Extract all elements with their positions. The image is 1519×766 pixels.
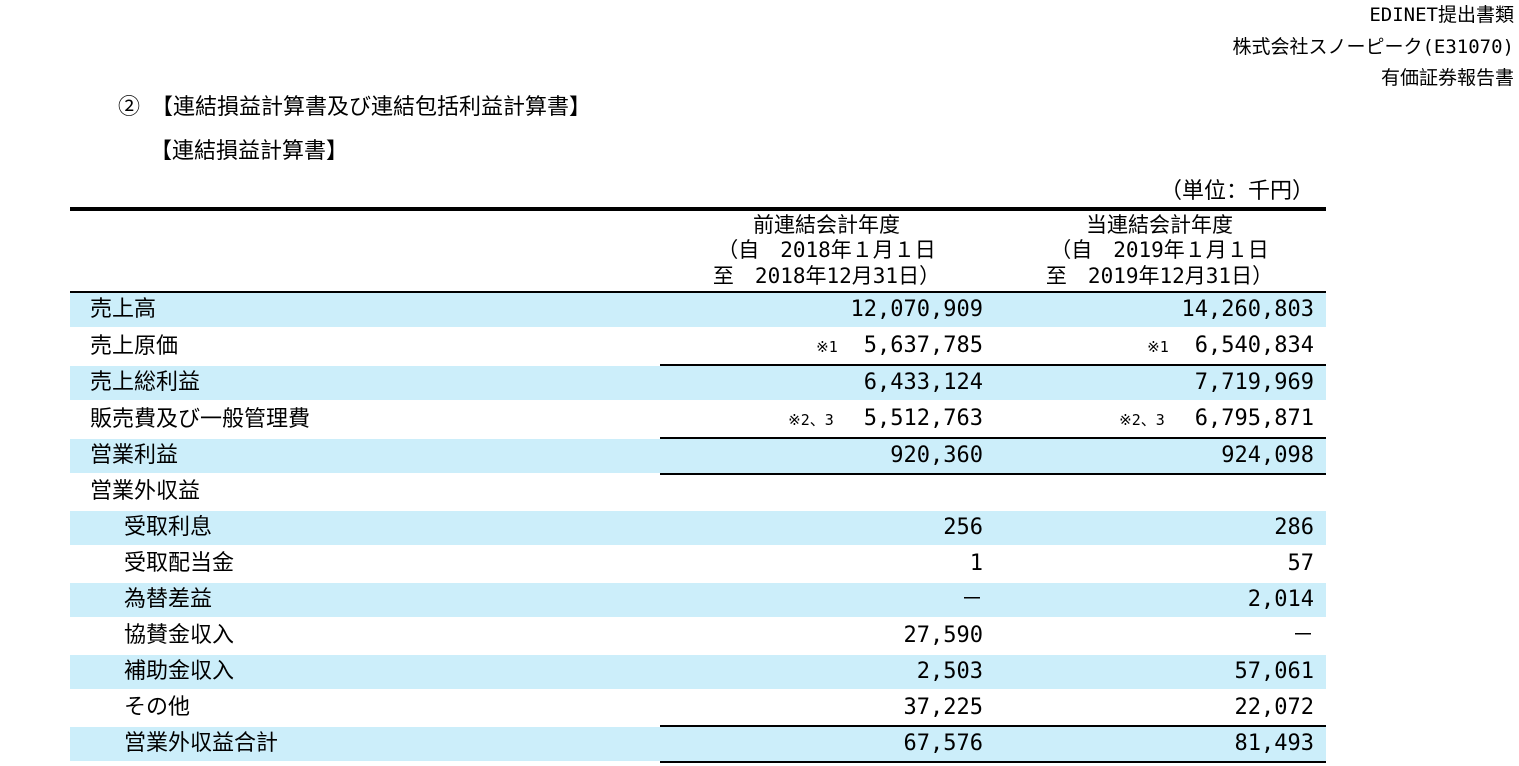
curr-note: ※1 bbox=[1147, 338, 1169, 356]
prev-value: 920,360 bbox=[660, 438, 993, 475]
row-label: 補助金収入 bbox=[70, 654, 660, 690]
curr-period-header: 当連結会計年度 （自 2019年１月１日 至 2019年12月31日） bbox=[993, 207, 1326, 293]
table-row: 受取利息 256 286 bbox=[70, 510, 1326, 546]
report-type: 有価証券報告書 bbox=[1380, 67, 1514, 89]
row-label: 為替差益 bbox=[70, 582, 660, 618]
section-title: ② 【連結損益計算書及び連結包括利益計算書】 bbox=[118, 95, 592, 120]
row-label: 売上高 bbox=[70, 292, 660, 328]
row-label: その他 bbox=[124, 695, 191, 720]
curr-value: ※1 6,540,834 bbox=[993, 328, 1326, 366]
curr-value: 2,014 bbox=[993, 582, 1326, 618]
income-statement-table: 前連結会計年度 （自 2018年１月１日 至 2018年12月31日） 当連結会… bbox=[70, 207, 1326, 763]
curr-value: 57 bbox=[1287, 551, 1315, 576]
row-label: 販売費及び一般管理費 bbox=[90, 406, 311, 432]
curr-value bbox=[993, 474, 1326, 510]
curr-period-title: 当連結会計年度 bbox=[1086, 212, 1233, 237]
prev-value: 27,590 bbox=[903, 623, 983, 648]
unit-label: （単位：千円） bbox=[1159, 179, 1314, 204]
row-label: 協賛金収入 bbox=[124, 623, 235, 648]
table-header-row: 前連結会計年度 （自 2018年１月１日 至 2018年12月31日） 当連結会… bbox=[70, 207, 1326, 293]
prev-value bbox=[660, 474, 993, 510]
prev-value: 2,503 bbox=[660, 654, 993, 690]
edinet-label: EDINET提出書類 bbox=[1369, 4, 1514, 26]
prev-value: 37,225 bbox=[660, 690, 993, 727]
curr-value: 57,061 bbox=[993, 654, 1326, 690]
prev-value: 256 bbox=[660, 510, 993, 546]
row-label: 営業外収益 bbox=[90, 479, 201, 504]
curr-value: 81,493 bbox=[993, 726, 1326, 763]
table-row: その他 37,225 22,072 bbox=[70, 690, 1326, 727]
curr-value: － bbox=[1291, 623, 1314, 648]
prev-period-title: 前連結会計年度 bbox=[753, 212, 900, 237]
curr-period-from: （自 2019年１月１日 bbox=[1050, 238, 1269, 263]
table-row: 補助金収入 2,503 57,061 bbox=[70, 654, 1326, 690]
table-row: 売上高 12,070,909 14,260,803 bbox=[70, 292, 1326, 328]
table-row: 営業外収益 bbox=[70, 474, 1326, 510]
prev-value: － bbox=[660, 582, 993, 618]
row-label: 売上総利益 bbox=[70, 365, 660, 401]
row-label: 受取利息 bbox=[70, 510, 660, 546]
curr-period-to: 至 2019年12月31日） bbox=[1045, 263, 1274, 288]
curr-value: 22,072 bbox=[993, 690, 1326, 727]
row-label: 売上原価 bbox=[90, 333, 179, 359]
prev-value: 12,070,909 bbox=[660, 292, 993, 328]
table-row: 売上総利益 6,433,124 7,719,969 bbox=[70, 365, 1326, 401]
table-row: 売上原価 ※1 5,637,785 ※1 6,540,834 bbox=[70, 328, 1326, 366]
prev-note: ※2、3 bbox=[788, 411, 834, 429]
sub-title: 【連結損益計算書】 bbox=[150, 139, 349, 164]
curr-note: ※2、3 bbox=[1119, 411, 1165, 429]
row-label: 受取配当金 bbox=[124, 551, 235, 576]
prev-period-from: （自 2018年１月１日 bbox=[717, 238, 936, 263]
curr-value: 7,719,969 bbox=[993, 365, 1326, 401]
table-row: 為替差益 － 2,014 bbox=[70, 582, 1326, 618]
prev-value: ※1 5,637,785 bbox=[660, 328, 993, 366]
table-row: 営業利益 920,360 924,098 bbox=[70, 438, 1326, 475]
table-row: 営業外収益合計 67,576 81,493 bbox=[70, 726, 1326, 763]
table-row: 販売費及び一般管理費 ※2、3 5,512,763 ※2、3 6,795,871 bbox=[70, 401, 1326, 439]
table-row: 協賛金収入 27,590 － bbox=[70, 618, 1326, 654]
prev-value: ※2、3 5,512,763 bbox=[660, 401, 993, 439]
curr-value: 14,260,803 bbox=[993, 292, 1326, 328]
label-column-header bbox=[70, 207, 660, 293]
curr-value: ※2、3 6,795,871 bbox=[993, 401, 1326, 439]
prev-note: ※1 bbox=[816, 338, 838, 356]
row-label: 営業外収益合計 bbox=[70, 726, 660, 762]
row-label: 営業利益 bbox=[70, 438, 660, 474]
company-name: 株式会社スノーピーク(E31070) bbox=[1232, 35, 1514, 58]
prev-period-to: 至 2018年12月31日） bbox=[712, 263, 941, 288]
prev-value: 6,433,124 bbox=[660, 365, 993, 401]
prev-value: 67,576 bbox=[660, 726, 993, 763]
prev-period-header: 前連結会計年度 （自 2018年１月１日 至 2018年12月31日） bbox=[660, 207, 993, 293]
prev-value: 1 bbox=[969, 551, 983, 576]
document-header: EDINET提出書類 株式会社スノーピーク(E31070) 有価証券報告書 bbox=[1232, 0, 1514, 95]
curr-value: 924,098 bbox=[993, 438, 1326, 475]
table-row: 受取配当金 1 57 bbox=[70, 546, 1326, 582]
curr-value: 286 bbox=[993, 510, 1326, 546]
